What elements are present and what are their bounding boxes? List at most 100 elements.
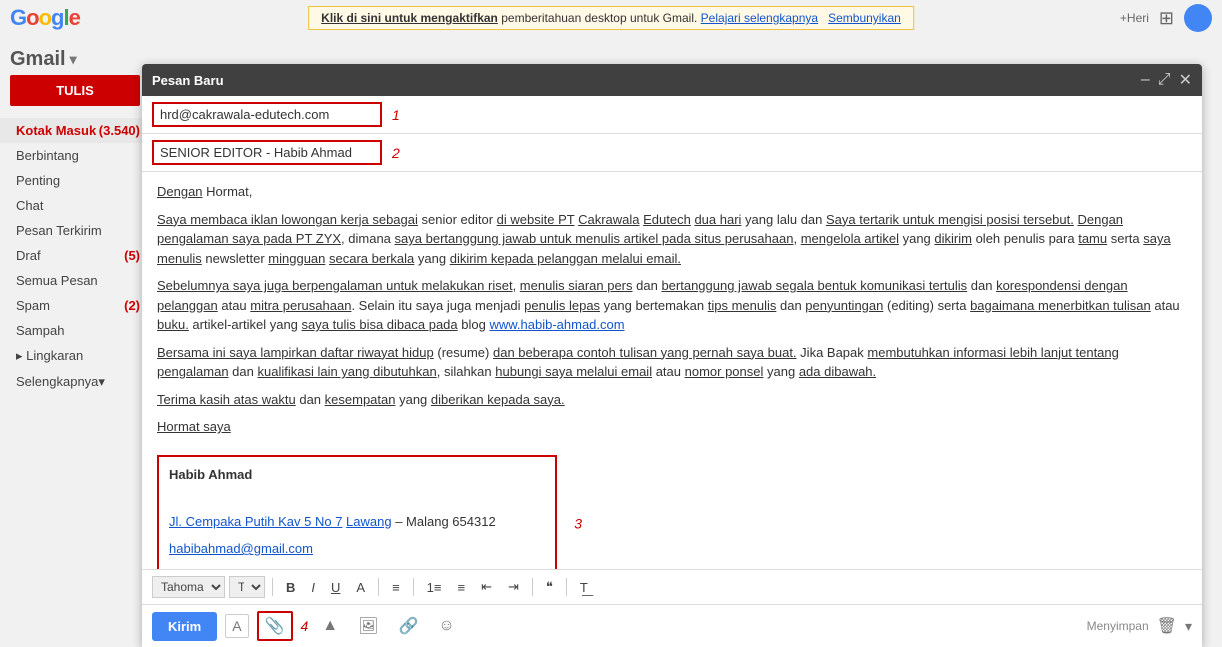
sidebar-item-more[interactable]: Selengkapnya▾ bbox=[0, 369, 150, 395]
photo-icon[interactable]: 🖼 bbox=[352, 613, 384, 639]
subject-field-box bbox=[152, 140, 382, 165]
notification-text: pemberitahuan desktop untuk Gmail. bbox=[501, 11, 700, 25]
body-para3: Bersama ini saya lampirkan daftar riwaya… bbox=[157, 343, 1187, 382]
emoji-icon[interactable]: ☺ bbox=[432, 614, 460, 638]
remove-format-button[interactable]: T͟ bbox=[574, 577, 594, 598]
blog-link[interactable]: www.habib-ahmad.com bbox=[489, 317, 624, 332]
to-field-row: 1 bbox=[142, 96, 1202, 134]
all-label: Semua Pesan bbox=[16, 273, 98, 288]
font-select[interactable]: Tahoma bbox=[152, 576, 225, 598]
main-layout: Gmail ▾ TULIS Kotak Masuk (3.540) Berbin… bbox=[0, 36, 1222, 647]
delete-draft-icon[interactable]: 🗑 bbox=[1157, 616, 1177, 636]
sidebar-item-circles[interactable]: ▸ Lingkaran bbox=[0, 343, 150, 369]
drafts-label: Draf bbox=[16, 248, 41, 263]
compose-footer: Kirim A 📎 4 ▲ 🖼 🔗 ☺ Menyimpan 🗑 ▾ bbox=[142, 604, 1202, 647]
inbox-count: (3.540) bbox=[99, 123, 140, 138]
circles-label: ▸ Lingkaran bbox=[16, 348, 83, 364]
sidebar-item-important[interactable]: Penting bbox=[0, 168, 150, 193]
top-right-controls: +Heri ⊞ bbox=[1120, 4, 1212, 32]
drafts-count: (5) bbox=[124, 248, 140, 263]
indent-more-button[interactable]: ⇥ bbox=[502, 576, 525, 598]
text-format-icon[interactable]: A bbox=[225, 614, 248, 638]
font-size-select[interactable]: T bbox=[229, 576, 265, 598]
toolbar-sep3 bbox=[413, 578, 414, 596]
text-color-button[interactable]: A bbox=[350, 577, 371, 598]
indent-less-button[interactable]: ⇤ bbox=[475, 576, 498, 598]
user-name[interactable]: +Heri bbox=[1120, 11, 1149, 25]
important-label: Penting bbox=[16, 173, 60, 188]
ordered-list-button[interactable]: 1≡ bbox=[421, 577, 448, 598]
apps-icon[interactable]: ⊞ bbox=[1159, 8, 1174, 29]
hide-link[interactable]: Sembunyikan bbox=[828, 11, 901, 25]
quote-button[interactable]: ❝ bbox=[540, 576, 559, 598]
learn-more-link[interactable]: Pelajari selengkapnya bbox=[701, 11, 818, 25]
compose-header: Pesan Baru – ⤢ ✕ bbox=[142, 64, 1202, 96]
gmail-dropdown-icon[interactable]: ▾ bbox=[70, 51, 77, 68]
footer-right: Menyimpan 🗑 ▾ bbox=[1087, 616, 1192, 636]
toolbar-sep4 bbox=[532, 578, 533, 596]
sidebar-item-starred[interactable]: Berbintang bbox=[0, 143, 150, 168]
chat-label: Chat bbox=[16, 198, 43, 213]
attach-number: 4 bbox=[301, 618, 309, 634]
formatting-toolbar: Tahoma T B I U A ≡ 1≡ ≡ ⇤ ⇥ ❝ T͟ bbox=[142, 569, 1202, 604]
sidebar-item-sent[interactable]: Pesan Terkirim bbox=[0, 218, 150, 243]
toolbar-sep2 bbox=[378, 578, 379, 596]
toolbar-sep5 bbox=[566, 578, 567, 596]
compose-body[interactable]: Dengan Hormat, Saya membaca iklan lowong… bbox=[142, 172, 1202, 569]
sidebar: Gmail ▾ TULIS Kotak Masuk (3.540) Berbin… bbox=[0, 36, 150, 647]
avatar[interactable] bbox=[1184, 4, 1212, 32]
signature-container: Habib Ahmad Jl. Cempaka Putih Kav 5 No 7… bbox=[157, 445, 557, 570]
close-icon[interactable]: ✕ bbox=[1179, 70, 1192, 90]
compose-header-controls: – ⤢ ✕ bbox=[1141, 70, 1192, 90]
starred-label: Berbintang bbox=[16, 148, 79, 163]
body-para4: Terima kasih atas waktu dan kesempatan y… bbox=[157, 390, 1187, 410]
email-link[interactable]: habibahmad@gmail.com bbox=[169, 541, 313, 556]
signature-number: 3 bbox=[574, 514, 582, 535]
street-link[interactable]: Jl. Cempaka Putih Kav 5 No 7 bbox=[169, 514, 342, 529]
to-input[interactable] bbox=[160, 107, 374, 122]
drive-icon[interactable]: ▲ bbox=[316, 614, 344, 638]
unordered-list-button[interactable]: ≡ bbox=[452, 577, 472, 598]
compose-button[interactable]: TULIS bbox=[10, 75, 140, 106]
subject-number: 2 bbox=[392, 145, 400, 161]
top-bar: Google Klik di sini untuk mengaktifkan p… bbox=[0, 0, 1222, 36]
signature-email: habibahmad@gmail.com bbox=[169, 539, 545, 559]
signature-box: Habib Ahmad Jl. Cempaka Putih Kav 5 No 7… bbox=[157, 455, 557, 570]
spam-label: Spam bbox=[16, 298, 50, 313]
to-number: 1 bbox=[392, 107, 400, 123]
underline-button[interactable]: U bbox=[325, 577, 346, 598]
minimize-icon[interactable]: – bbox=[1141, 71, 1150, 89]
inbox-label: Kotak Masuk bbox=[16, 123, 96, 138]
sidebar-item-trash[interactable]: Sampah bbox=[0, 318, 150, 343]
toolbar-sep1 bbox=[272, 578, 273, 596]
gmail-label: Gmail ▾ bbox=[0, 44, 150, 75]
more-label: Selengkapnya▾ bbox=[16, 374, 105, 390]
sidebar-item-chat[interactable]: Chat bbox=[0, 193, 150, 218]
more-options-icon[interactable]: ▾ bbox=[1185, 618, 1192, 635]
compose-window: Pesan Baru – ⤢ ✕ 1 2 Dengan Hormat, bbox=[142, 64, 1202, 647]
expand-icon[interactable]: ⤢ bbox=[1158, 71, 1171, 89]
sent-label: Pesan Terkirim bbox=[16, 223, 102, 238]
sidebar-item-spam[interactable]: Spam (2) bbox=[0, 293, 150, 318]
send-button[interactable]: Kirim bbox=[152, 612, 217, 641]
sidebar-item-drafts[interactable]: Draf (5) bbox=[0, 243, 150, 268]
bold-button[interactable]: B bbox=[280, 577, 301, 598]
sidebar-item-inbox[interactable]: Kotak Masuk (3.540) bbox=[0, 118, 150, 143]
body-para2: Sebelumnya saya juga berpengalaman untuk… bbox=[157, 276, 1187, 335]
subject-input[interactable] bbox=[160, 145, 374, 160]
greeting: Dengan Hormat, bbox=[157, 182, 1187, 202]
trash-label: Sampah bbox=[16, 323, 64, 338]
compose-title: Pesan Baru bbox=[152, 73, 224, 88]
align-button[interactable]: ≡ bbox=[386, 577, 406, 598]
sidebar-item-all[interactable]: Semua Pesan bbox=[0, 268, 150, 293]
signature-name: Habib Ahmad bbox=[169, 465, 545, 485]
body-para1: Saya membaca iklan lowongan kerja sebaga… bbox=[157, 210, 1187, 269]
city-link[interactable]: Lawang bbox=[346, 514, 392, 529]
notification-bold[interactable]: Klik di sini untuk mengaktifkan bbox=[321, 11, 498, 25]
italic-button[interactable]: I bbox=[305, 577, 321, 598]
spam-count: (2) bbox=[124, 298, 140, 313]
link-icon[interactable]: 🔗 bbox=[392, 613, 424, 639]
notification-bar: Klik di sini untuk mengaktifkan pemberit… bbox=[308, 6, 914, 30]
signature-address: Jl. Cempaka Putih Kav 5 No 7 Lawang – Ma… bbox=[169, 512, 545, 532]
attach-icon[interactable]: 📎 bbox=[257, 611, 293, 641]
